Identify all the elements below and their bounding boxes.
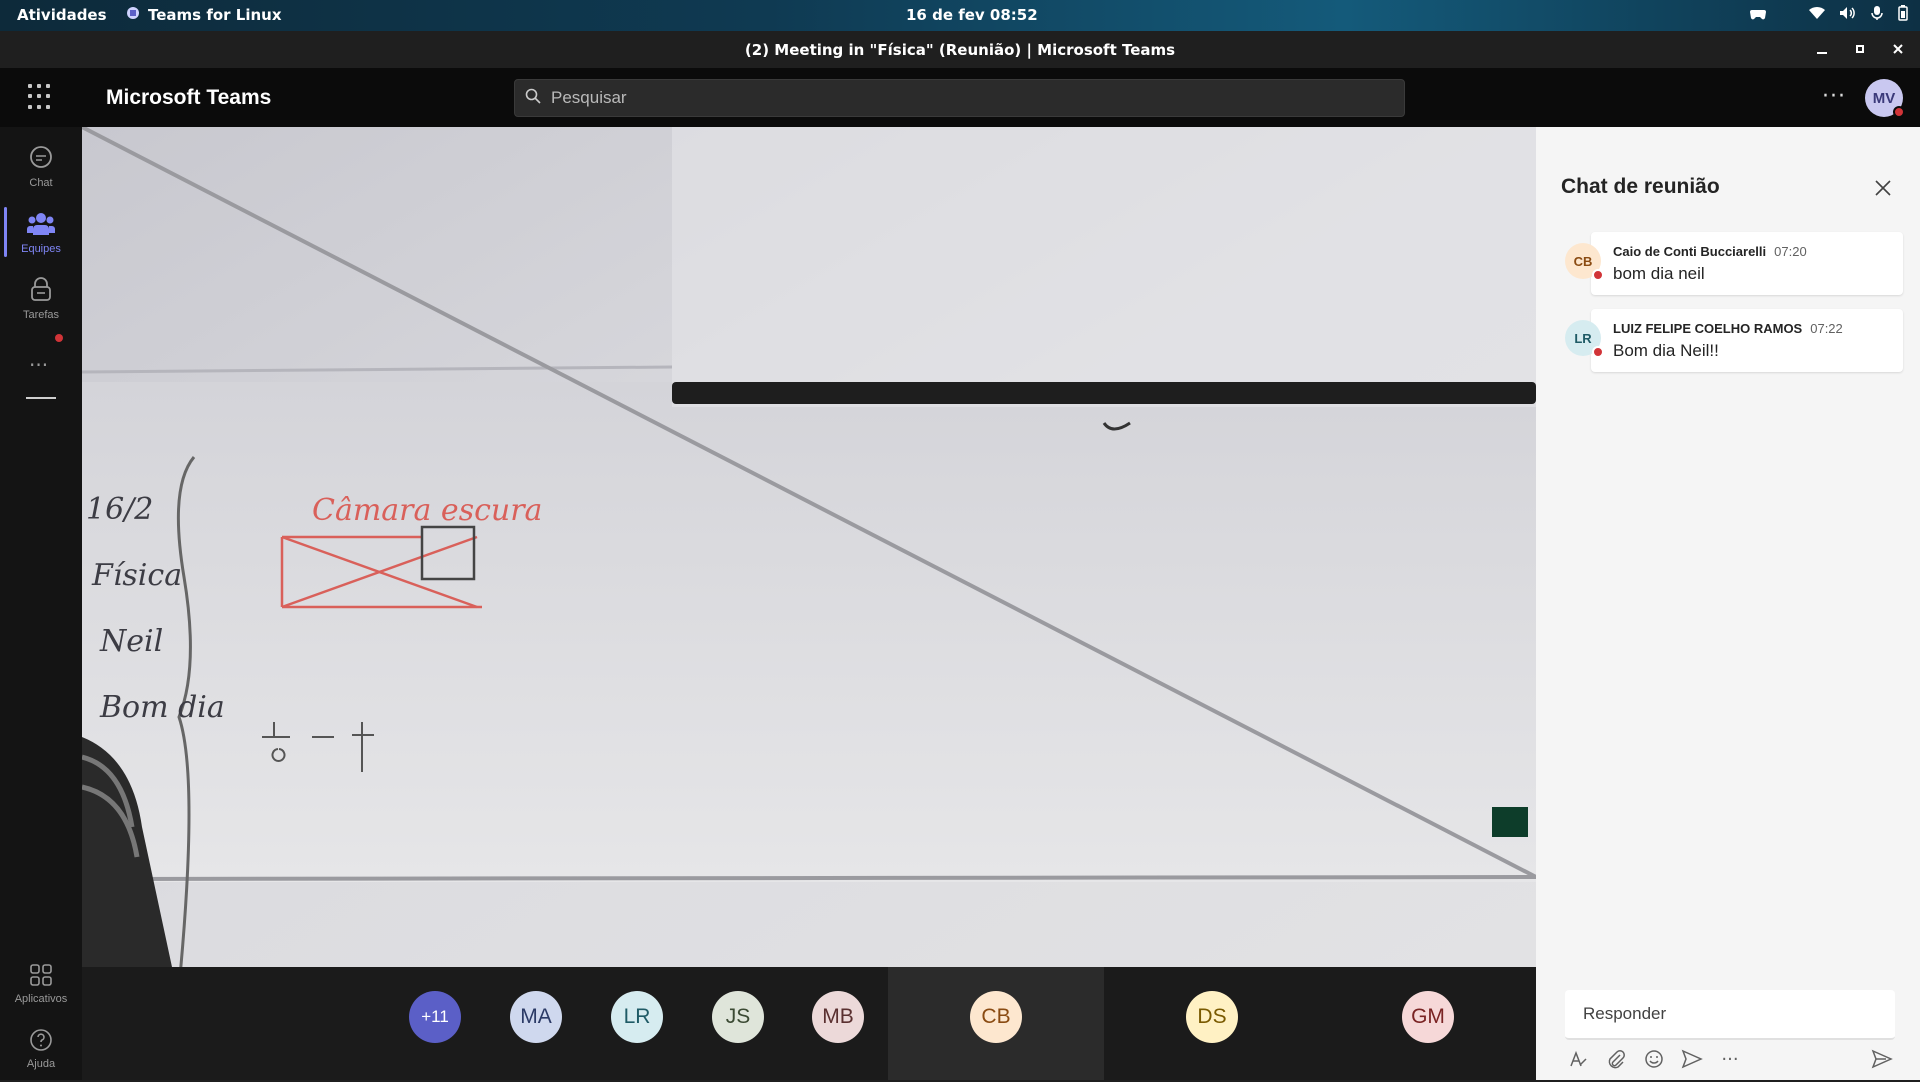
notification-dot xyxy=(55,334,63,342)
note-greeting: Bom dia xyxy=(100,690,225,725)
more-options-icon[interactable]: ··· xyxy=(1719,1048,1741,1070)
participant-avatar[interactable]: CB xyxy=(970,991,1022,1043)
chat-icon xyxy=(28,137,54,177)
rail-item-tarefas[interactable]: Tarefas xyxy=(0,269,82,331)
more-options-icon[interactable]: ··· xyxy=(1822,84,1846,109)
window-title: (2) Meeting in "Física" (Reunião) | Micr… xyxy=(744,41,1176,59)
search-icon xyxy=(525,88,541,108)
activities-button[interactable]: Atividades xyxy=(17,6,107,24)
participants-strip: +11 MA LR JS MB CB DS GM xyxy=(82,967,1536,1080)
app-launcher-icon[interactable] xyxy=(28,84,54,110)
app-name-label: Teams for Linux xyxy=(148,6,282,24)
wifi-icon[interactable] xyxy=(1809,6,1825,20)
note-date: 16/2 xyxy=(86,492,154,527)
message-text: bom dia neil xyxy=(1613,264,1705,283)
chat-avatar-initials: CB xyxy=(1573,253,1593,269)
presence-busy-icon xyxy=(1893,106,1905,118)
presence-busy-icon xyxy=(1592,269,1604,281)
whiteboard-title: Câmara escura xyxy=(312,493,543,528)
reply-input[interactable] xyxy=(1583,1004,1883,1024)
rail-divider xyxy=(26,397,56,399)
close-window-button[interactable] xyxy=(1888,39,1908,59)
chat-avatar-initials: LR xyxy=(1574,330,1592,346)
teams-header: Microsoft Teams ··· MV xyxy=(0,68,1920,127)
teams-icon xyxy=(27,203,55,243)
chat-avatar[interactable]: CB xyxy=(1565,243,1604,281)
participant-avatar[interactable]: GM xyxy=(1402,991,1454,1043)
participant-avatar[interactable]: MA xyxy=(510,991,562,1043)
participant-avatar[interactable]: JS xyxy=(712,991,764,1043)
message-header: LUIZ FELIPE COELHO RAMOS 07:22 xyxy=(1613,321,1843,336)
system-top-bar: Atividades Teams for Linux 16 de fev 08:… xyxy=(0,0,1920,31)
rail-item-equipes[interactable]: Equipes xyxy=(0,203,82,265)
note-subject: Física xyxy=(92,558,183,593)
participant-avatar[interactable]: DS xyxy=(1186,991,1238,1043)
schedule-send-icon[interactable] xyxy=(1681,1048,1703,1070)
microphone-icon[interactable] xyxy=(1870,5,1884,21)
rail-label-chat: Chat xyxy=(29,177,53,189)
minimize-button[interactable] xyxy=(1812,39,1832,59)
left-rail: Chat Equipes Tarefas ··· Aplicativos Aju… xyxy=(0,127,82,1080)
clock[interactable]: 16 de fev 08:52 xyxy=(906,6,1038,24)
window-title-bar: (2) Meeting in "Física" (Reunião) | Micr… xyxy=(0,31,1920,68)
help-icon xyxy=(29,1020,53,1058)
emoji-icon[interactable] xyxy=(1643,1048,1665,1070)
apps-icon xyxy=(29,955,53,993)
meeting-chat-panel: Chat de reunião Caio de Conti Bucciarell… xyxy=(1536,127,1920,1080)
teams-app-icon xyxy=(126,6,140,24)
rail-item-aplicativos[interactable]: Aplicativos xyxy=(0,955,82,1017)
message-text: Bom dia Neil!! xyxy=(1613,341,1719,360)
gamepad-icon[interactable] xyxy=(1749,5,1767,21)
chat-title: Chat de reunião xyxy=(1561,175,1720,198)
message-author: LUIZ FELIPE COELHO RAMOS xyxy=(1613,321,1803,336)
close-icon[interactable] xyxy=(1872,177,1894,199)
participant-avatar[interactable]: MB xyxy=(812,991,864,1043)
attach-icon[interactable] xyxy=(1605,1048,1627,1070)
rail-item-ajuda[interactable]: Ajuda xyxy=(0,1020,82,1082)
rail-item-chat[interactable]: Chat xyxy=(0,137,82,199)
brand-title: Microsoft Teams xyxy=(106,86,272,109)
more-participants-badge[interactable]: +11 xyxy=(409,991,461,1043)
maximize-button[interactable] xyxy=(1850,39,1870,59)
battery-icon[interactable] xyxy=(1898,5,1908,21)
participant-avatar[interactable]: LR xyxy=(611,991,663,1043)
search-box[interactable] xyxy=(514,79,1405,117)
rail-label-tarefas: Tarefas xyxy=(22,309,60,321)
profile-avatar[interactable]: MV xyxy=(1865,79,1905,118)
volume-icon[interactable] xyxy=(1839,6,1856,20)
whiteboard-video-feed xyxy=(82,127,1536,967)
whiteboard-left-notes: 16/2 Física Neil Bom dia xyxy=(86,477,225,741)
video-stage[interactable]: 16/2 Física Neil Bom dia Câmara escura xyxy=(82,127,1536,967)
tasks-icon xyxy=(29,269,53,309)
format-icon[interactable] xyxy=(1567,1048,1589,1070)
composer-toolbar: ··· xyxy=(1565,1044,1895,1074)
reply-box[interactable] xyxy=(1565,990,1895,1040)
chat-avatar[interactable]: LR xyxy=(1565,320,1604,358)
system-tray[interactable] xyxy=(1749,5,1908,21)
rail-label-equipes: Equipes xyxy=(21,243,61,255)
message-header: Caio de Conti Bucciarelli 07:20 xyxy=(1613,244,1807,259)
note-name: Neil xyxy=(100,624,164,659)
chat-message[interactable]: Caio de Conti Bucciarelli 07:20 bom dia n… xyxy=(1591,232,1903,295)
message-author: Caio de Conti Bucciarelli xyxy=(1613,244,1767,259)
rail-label-aplicativos: Aplicativos xyxy=(14,993,68,1005)
message-time: 07:22 xyxy=(1810,321,1843,336)
more-apps-icon[interactable]: ··· xyxy=(29,353,48,377)
presence-busy-icon xyxy=(1592,346,1604,358)
search-input[interactable] xyxy=(551,88,1351,108)
message-time: 07:20 xyxy=(1774,244,1807,259)
rail-label-ajuda: Ajuda xyxy=(26,1058,56,1070)
profile-initials: MV xyxy=(1872,89,1896,107)
chat-message[interactable]: LUIZ FELIPE COELHO RAMOS 07:22 Bom dia Ne… xyxy=(1591,309,1903,372)
app-menu[interactable]: Teams for Linux xyxy=(126,6,282,24)
send-icon[interactable] xyxy=(1871,1048,1893,1070)
